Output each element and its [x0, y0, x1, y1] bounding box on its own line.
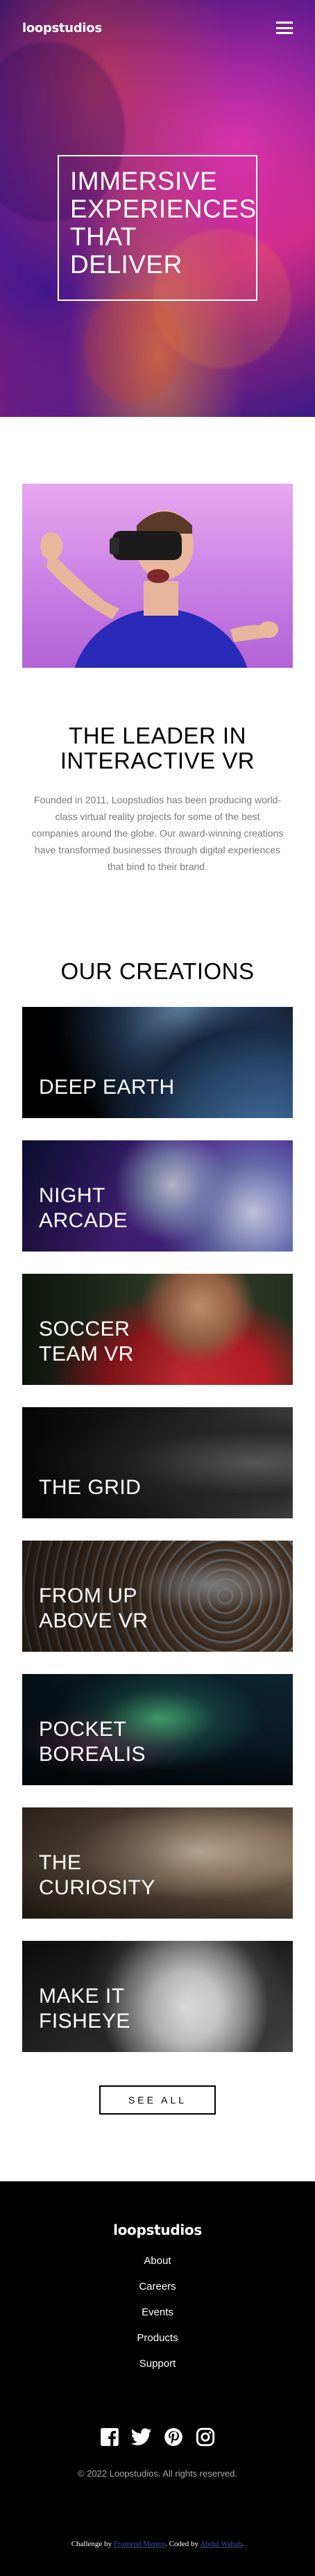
hero-backdrop-shape [83, 292, 180, 403]
creation-card-the-grid[interactable]: THE GRID [22, 1407, 293, 1518]
about-section: THE LEADER IN INTERACTIVE VR Founded in … [0, 417, 315, 875]
footer: loopstudios About Careers Events Product… [0, 2181, 315, 2576]
top-nav: loopstudios [0, 0, 315, 56]
attribution-suffix: . [241, 2540, 244, 2548]
facebook-icon[interactable] [99, 2427, 120, 2447]
footer-nav: About Careers Events Products Support [0, 2255, 315, 2372]
creation-title: POCKET BOREALIS [39, 1718, 146, 1766]
twitter-icon[interactable] [131, 2427, 152, 2447]
site-logo[interactable]: loopstudios [22, 21, 102, 35]
menu-icon-bar [276, 26, 293, 29]
creation-overlay [22, 1407, 293, 1518]
creation-title: FROM UP ABOVE VR [39, 1584, 148, 1632]
creation-card-soccer-team-vr[interactable]: SOCCER TEAM VR [22, 1274, 293, 1385]
attribution: Challenge by Frontend Mentor. Coded by A… [0, 2540, 315, 2548]
creation-title: DEEP EARTH [39, 1076, 175, 1099]
attribution-link-author[interactable]: Abdul Wahab [200, 2540, 241, 2548]
creation-card-night-arcade[interactable]: NIGHT ARCADE [22, 1140, 293, 1252]
hero-title-box: IMMERSIVE EXPERIENCES THAT DELIVER [58, 155, 257, 301]
creation-title: NIGHT ARCADE [39, 1184, 128, 1232]
creations-list: DEEP EARTH NIGHT ARCADE SOCCER TEAM VR T… [22, 1007, 293, 2052]
creations-section: OUR CREATIONS DEEP EARTH NIGHT ARCADE SO… [0, 875, 315, 2115]
instagram-icon[interactable] [195, 2427, 216, 2447]
creation-card-the-curiosity[interactable]: THE CURIOSITY [22, 1807, 293, 1919]
footer-link-products[interactable]: Products [137, 2332, 178, 2347]
copyright-text: © 2022 Loopstudios. All rights reserved. [78, 2468, 237, 2479]
vr-headset-image [22, 484, 293, 668]
attribution-middle: . Coded by [165, 2540, 199, 2548]
creation-title: THE CURIOSITY [39, 1851, 155, 1899]
menu-icon[interactable] [276, 22, 293, 34]
creation-title: SOCCER TEAM VR [39, 1318, 134, 1365]
attribution-link-frontend-mentor[interactable]: Frontend Mentor [114, 2540, 165, 2548]
footer-link-careers[interactable]: Careers [139, 2281, 176, 2295]
creation-card-pocket-borealis[interactable]: POCKET BOREALIS [22, 1674, 293, 1785]
creation-title: MAKE IT FISHEYE [39, 1985, 130, 2033]
about-body: Founded in 2011, Loopstudios has been pr… [31, 794, 284, 872]
footer-link-events[interactable]: Events [142, 2306, 173, 2321]
creations-heading: OUR CREATIONS [60, 958, 255, 984]
social-links [0, 2427, 315, 2447]
creation-title: THE GRID [39, 1476, 142, 1499]
attribution-prefix: Challenge by [71, 2540, 112, 2548]
vr-person-illustration [40, 510, 278, 668]
pinterest-icon[interactable] [163, 2427, 184, 2447]
creation-card-deep-earth[interactable]: DEEP EARTH [22, 1007, 293, 1118]
footer-logo[interactable]: loopstudios [0, 2222, 315, 2238]
footer-link-support[interactable]: Support [139, 2358, 176, 2372]
hero-section: loopstudios IMMERSIVE EXPERIENCES THAT D… [0, 0, 315, 417]
about-heading: THE LEADER IN INTERACTIVE VR [60, 723, 255, 773]
creation-overlay [22, 1007, 293, 1118]
footer-link-about[interactable]: About [144, 2255, 171, 2270]
menu-icon-bar [276, 22, 293, 24]
creation-card-make-it-fisheye[interactable]: MAKE IT FISHEYE [22, 1941, 293, 2052]
creation-card-from-up-above-vr[interactable]: FROM UP ABOVE VR [22, 1541, 293, 1652]
hero-title: IMMERSIVE EXPERIENCES THAT DELIVER [70, 167, 257, 279]
see-all-button[interactable]: SEE ALL [99, 2085, 216, 2115]
menu-icon-bar [276, 32, 293, 34]
